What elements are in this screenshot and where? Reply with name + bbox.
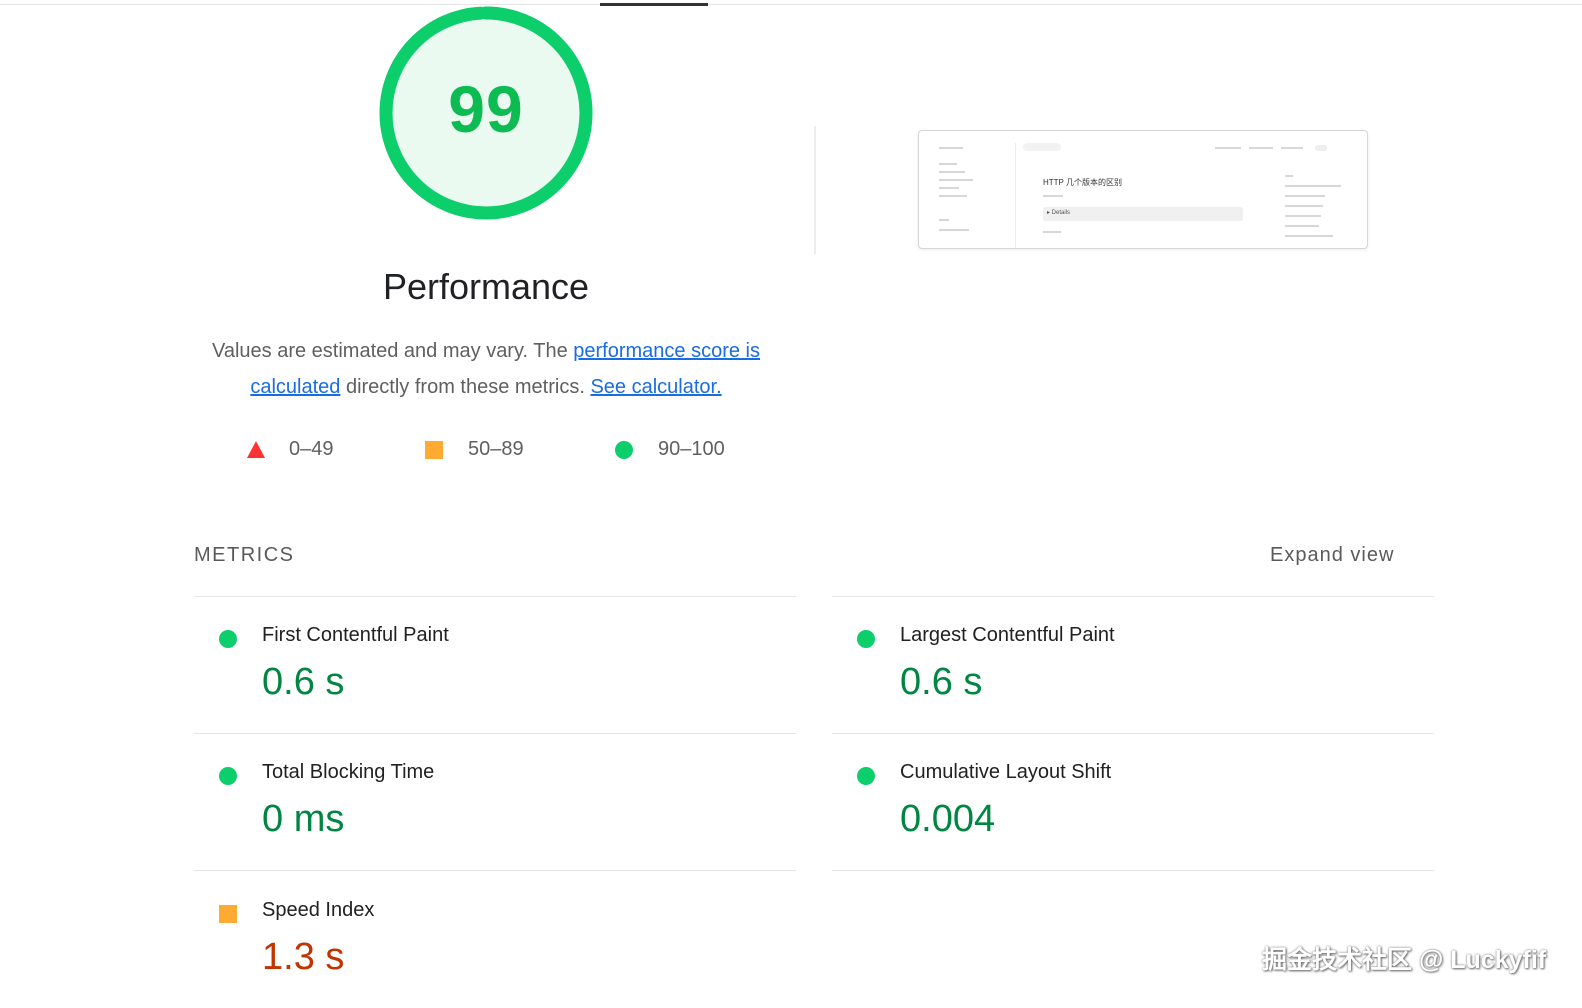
metric-value: 0 ms (262, 798, 345, 840)
pass-circle-icon (219, 630, 237, 648)
metric-name: Total Blocking Time (262, 761, 435, 783)
thumbnail-details: ▸ Details (1043, 207, 1243, 221)
square-icon (425, 441, 443, 459)
active-tab-indicator[interactable] (600, 3, 708, 6)
metric-value: 1.3 s (262, 936, 345, 978)
legend-fail-label: 0–49 (289, 438, 334, 460)
thumbnail-details-label: ▸ Details (1047, 210, 1071, 216)
final-screenshot-thumbnail[interactable]: HTTP 几个版本的区别 ▸ Details (918, 130, 1368, 249)
legend-average-label: 50–89 (468, 438, 524, 460)
performance-score: 99 (448, 72, 524, 146)
pass-circle-icon (857, 767, 875, 785)
legend-pass: 90–100 (615, 436, 755, 464)
metric-value: 0.6 s (262, 661, 345, 703)
metric-value: 0.6 s (900, 661, 983, 703)
see-calculator-link[interactable]: See calculator. (590, 376, 721, 398)
average-square-icon (219, 905, 237, 923)
category-title: Performance (382, 266, 590, 307)
metric-name: Speed Index (262, 899, 375, 921)
triangle-icon (247, 441, 265, 458)
description-prefix: Values are estimated and may vary. The (211, 340, 574, 362)
metrics-heading: METRICS (194, 544, 295, 566)
metric-name: First Contentful Paint (262, 624, 449, 646)
metric-total-blocking-time: Total Blocking Time 0 ms (194, 734, 794, 864)
thumbnail-heading: HTTP 几个版本的区别 (1043, 178, 1122, 187)
top-divider (0, 4, 1582, 5)
metric-cumulative-layout-shift: Cumulative Layout Shift 0.004 (832, 734, 1432, 864)
vertical-divider (814, 126, 816, 254)
metrics-divider (194, 870, 796, 871)
pass-circle-icon (219, 767, 237, 785)
thumbnail-sidebar (929, 143, 1016, 248)
circle-icon (615, 441, 633, 459)
performance-gauge: 99 (379, 6, 593, 220)
thumbnail-search (1023, 143, 1061, 151)
metric-speed-index: Speed Index 1.3 s (194, 872, 794, 1002)
metric-largest-contentful-paint: Largest Contentful Paint 0.6 s (832, 597, 1432, 727)
watermark: 掘金技术社区 @ Luckyfif (1262, 946, 1547, 974)
legend-fail: 0–49 (246, 436, 366, 464)
description-middle: directly from these metrics. (340, 376, 591, 398)
metrics-divider (832, 870, 1434, 871)
legend-average: 50–89 (425, 436, 555, 464)
metric-first-contentful-paint: First Contentful Paint 0.6 s (194, 597, 794, 727)
score-description: Values are estimated and may vary. The p… (186, 333, 786, 405)
pass-circle-icon (857, 630, 875, 648)
legend-pass-label: 90–100 (658, 438, 725, 460)
metric-name: Largest Contentful Paint (900, 624, 1115, 646)
metric-name: Cumulative Layout Shift (900, 761, 1112, 783)
metric-value: 0.004 (900, 798, 996, 840)
expand-view-button[interactable]: Expand view (1270, 544, 1394, 567)
